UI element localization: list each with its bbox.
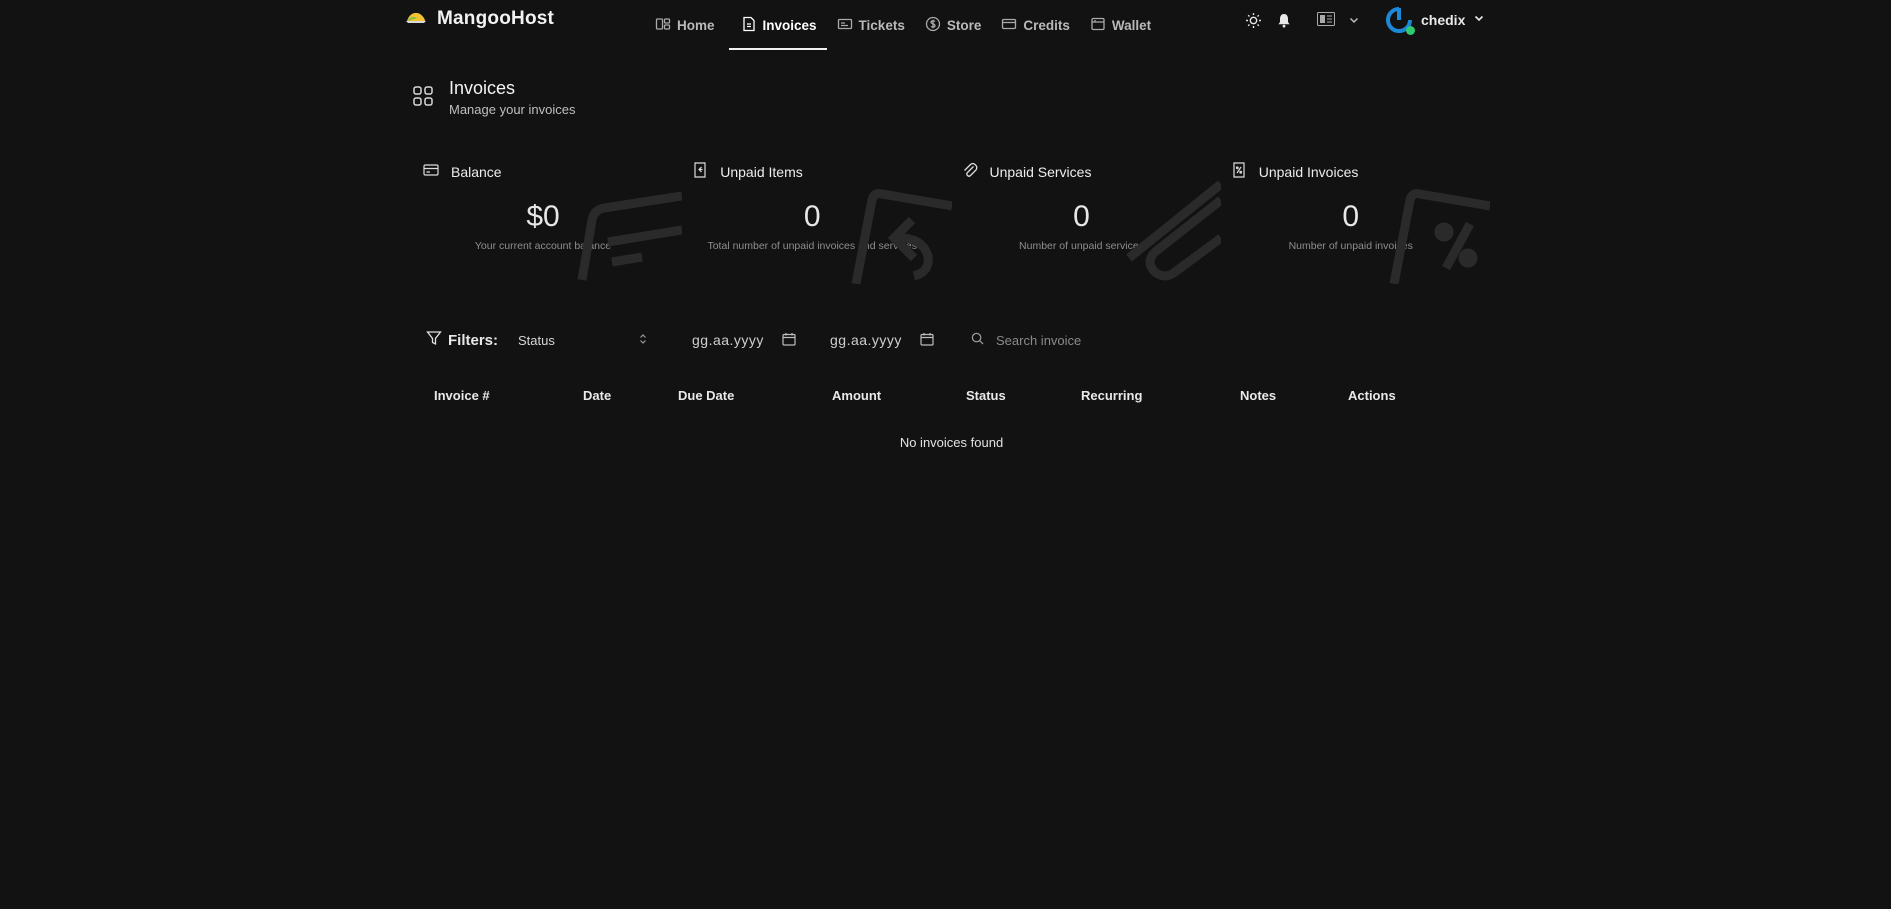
status-filter-select[interactable]: Status bbox=[518, 328, 648, 352]
receipt-percent-icon bbox=[1231, 162, 1247, 181]
nav-item-tickets[interactable]: Tickets bbox=[827, 0, 915, 50]
search-placeholder: Search invoice bbox=[996, 332, 1082, 348]
nav-item-invoices[interactable]: Invoices bbox=[728, 0, 827, 50]
column-header-notes[interactable]: Notes bbox=[1240, 388, 1276, 403]
column-header-invoice-number[interactable]: Invoice # bbox=[434, 388, 490, 403]
nav-label-store: Store bbox=[946, 17, 982, 33]
chevron-down-icon bbox=[1473, 11, 1485, 29]
chevron-down-icon bbox=[1348, 13, 1360, 31]
username: chedix bbox=[1421, 12, 1466, 28]
invoice-icon bbox=[741, 16, 757, 35]
page-title: Invoices bbox=[449, 78, 516, 98]
bell-icon bbox=[1276, 14, 1292, 33]
column-header-status[interactable]: Status bbox=[966, 388, 1006, 403]
nav-label-wallet: Wallet bbox=[1111, 17, 1152, 33]
user-menu[interactable]: chedix bbox=[1385, 6, 1485, 35]
nav-item-home[interactable]: Home bbox=[645, 0, 725, 50]
stat-card-title: Unpaid Items bbox=[720, 163, 803, 180]
paperclip-icon bbox=[962, 162, 978, 181]
sort-arrows-icon bbox=[638, 333, 648, 348]
credit-card-icon bbox=[1001, 16, 1017, 35]
credit-card-bg-icon bbox=[577, 191, 683, 281]
column-header-amount[interactable]: Amount bbox=[832, 388, 881, 403]
top-navbar: MangooHost Home Invoices Tickets Store C… bbox=[0, 0, 1891, 50]
brand-name: MangooHost bbox=[437, 8, 555, 29]
receipt-refund-icon bbox=[692, 162, 708, 181]
column-header-recurring[interactable]: Recurring bbox=[1081, 388, 1142, 403]
dollar-circle-icon bbox=[925, 16, 941, 35]
stat-card-title: Unpaid Invoices bbox=[1258, 163, 1359, 180]
filter-icon bbox=[426, 330, 442, 350]
grid-icon bbox=[413, 86, 433, 111]
avatar bbox=[1385, 6, 1415, 35]
nav-item-store[interactable]: Store bbox=[915, 0, 992, 50]
status-select-value: Status bbox=[518, 332, 555, 348]
calendar-icon bbox=[920, 332, 934, 349]
search-icon bbox=[971, 332, 984, 348]
date-from-input[interactable]: gg.aa.yyyy bbox=[692, 328, 796, 352]
stat-card-balance: Balance $0 Your current account balance bbox=[413, 150, 683, 284]
main-nav: Home Invoices Tickets Store Credits Wall… bbox=[645, 0, 1161, 50]
stat-card-unpaid-invoices: Unpaid Invoices 0 Number of unpaid invoi… bbox=[1221, 150, 1490, 284]
stat-card-unpaid-services: Unpaid Services 0 Number of unpaid servi… bbox=[952, 150, 1221, 284]
stat-card-title: Balance bbox=[451, 163, 502, 180]
sun-icon bbox=[1245, 13, 1262, 33]
nav-label-invoices: Invoices bbox=[762, 17, 817, 33]
receipt-refund-bg-icon bbox=[851, 189, 952, 284]
receipt-percent-bg-icon bbox=[1389, 189, 1490, 284]
column-header-due-date[interactable]: Due Date bbox=[678, 388, 734, 403]
table-header-row: Invoice # Date Due Date Amount Status Re… bbox=[413, 382, 1490, 410]
date-to-placeholder: gg.aa.yyyy bbox=[830, 332, 902, 348]
credit-card-icon bbox=[423, 162, 439, 181]
stat-card-unpaid-items: Unpaid Items 0 Total number of unpaid in… bbox=[682, 150, 952, 284]
page-subtitle: Manage your invoices bbox=[449, 102, 576, 117]
date-to-input[interactable]: gg.aa.yyyy bbox=[830, 328, 934, 352]
mango-logo-icon bbox=[405, 9, 427, 30]
nav-label-credits: Credits bbox=[1023, 17, 1070, 33]
stats-cards: Balance $0 Your current account balance … bbox=[413, 150, 1490, 284]
notifications-button[interactable] bbox=[1276, 12, 1292, 34]
theme-toggle-button[interactable] bbox=[1245, 12, 1262, 34]
nav-item-wallet[interactable]: Wallet bbox=[1080, 0, 1161, 50]
empty-state-message: No invoices found bbox=[899, 435, 1004, 450]
page-header: Invoices Manage your invoices bbox=[413, 78, 575, 117]
nav-item-credits[interactable]: Credits bbox=[991, 0, 1080, 50]
nav-label-home: Home bbox=[677, 17, 715, 33]
filters-label: Filters: bbox=[448, 331, 499, 349]
calendar-icon bbox=[782, 332, 796, 349]
home-icon bbox=[655, 16, 671, 35]
wallet-icon bbox=[1090, 16, 1106, 35]
paperclip-bg-icon bbox=[1125, 180, 1221, 281]
language-flag-icon bbox=[1317, 12, 1335, 30]
ticket-icon bbox=[837, 16, 853, 35]
invoices-table: Invoice # Date Due Date Amount Status Re… bbox=[413, 382, 1490, 450]
filters-bar: Filters: Status gg.aa.yyyy gg.aa.yyyy Se… bbox=[426, 328, 1081, 352]
online-status-dot bbox=[1406, 26, 1415, 35]
column-header-date[interactable]: Date bbox=[583, 388, 611, 403]
language-selector[interactable] bbox=[1317, 12, 1359, 31]
brand-logo[interactable]: MangooHost bbox=[405, 8, 554, 30]
stat-card-title: Unpaid Services bbox=[989, 163, 1092, 180]
invoice-search-input[interactable]: Search invoice bbox=[971, 328, 1191, 352]
column-header-actions: Actions bbox=[1348, 388, 1396, 403]
nav-label-tickets: Tickets bbox=[858, 17, 905, 33]
date-from-placeholder: gg.aa.yyyy bbox=[692, 332, 764, 348]
